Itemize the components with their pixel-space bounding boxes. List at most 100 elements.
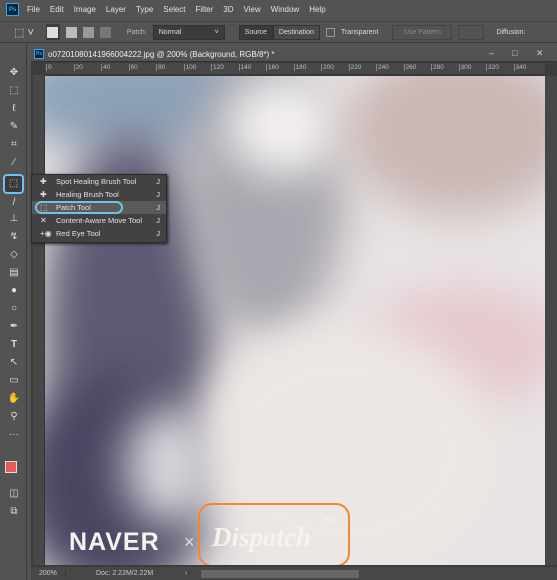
more-tools-icon[interactable]: ··· [7, 428, 21, 441]
doc-size: Doc: 2.22M/2.22M [65, 570, 185, 577]
pattern-picker[interactable] [458, 24, 485, 40]
brush-tool-icon[interactable]: / [7, 196, 21, 209]
minimize-button[interactable]: – [489, 48, 494, 58]
patch-mode-select[interactable]: Normal ˅ [152, 24, 225, 40]
menu-filter[interactable]: Filter [196, 5, 214, 14]
destination-button[interactable]: Destination [272, 24, 320, 40]
crop-tool-icon[interactable]: ⌗ [7, 138, 21, 151]
menu-type[interactable]: Type [136, 5, 153, 14]
ruler-tick: 320 [486, 64, 499, 71]
document-ps-icon: Ps [34, 49, 44, 59]
patch-tool-preset-icon[interactable]: ⬚ ˅ [14, 26, 34, 39]
dispatch-watermark: Dispatch [212, 522, 312, 552]
eraser-tool-icon[interactable]: ◇ [7, 248, 21, 261]
chevron-down-icon: ˅ [214, 28, 219, 36]
path-selection-tool-icon[interactable]: ↖ [7, 356, 21, 369]
patch-tool-icon[interactable]: ⬚ [3, 174, 24, 194]
flyout-item-patch[interactable]: ⬚ Patch Tool J [32, 201, 166, 214]
ruler-tick: 20 [73, 64, 83, 71]
ruler-tick: 200 [321, 64, 334, 71]
eyedropper-tool-icon[interactable]: ⁄ [7, 156, 21, 169]
pen-tool-icon[interactable]: ✒ [7, 320, 21, 333]
patch-highlight [35, 201, 123, 214]
photoshop-logo: Ps [6, 3, 19, 16]
status-menu-arrow[interactable]: › [185, 570, 187, 577]
source-button[interactable]: Source [238, 24, 273, 40]
marquee-tool-icon[interactable]: ⬚ [7, 84, 21, 97]
ruler-tick: 0 [46, 64, 52, 71]
naver-watermark: NAVER [69, 528, 160, 556]
transparent-label: Transparent [340, 28, 379, 36]
rectangle-tool-icon[interactable]: ▭ [7, 374, 21, 387]
quick-selection-tool-icon[interactable]: ✎ [7, 120, 21, 133]
zoom-level[interactable]: 200% [31, 570, 65, 577]
ruler-tick: 260 [403, 64, 417, 71]
ruler-tick: 340 [513, 64, 527, 71]
close-button[interactable]: ✕ [536, 48, 544, 59]
blur-tool-icon[interactable]: ● [7, 284, 21, 297]
hand-tool-icon[interactable]: ✋ [7, 392, 21, 405]
ruler-tick: 120 [211, 64, 224, 71]
zoom-tool-icon[interactable]: ⚲ [7, 410, 21, 423]
lasso-tool-icon[interactable]: ℓ [7, 102, 21, 115]
flyout-item-red-eye[interactable]: +◉ Red Eye Tool J [32, 227, 166, 240]
subtract-selection-button[interactable] [82, 26, 94, 38]
menu-3d[interactable]: 3D [223, 5, 233, 14]
quick-mask-icon[interactable]: ◫ [7, 487, 21, 500]
gradient-tool-icon[interactable]: ▤ [7, 266, 21, 279]
menu-edit[interactable]: Edit [50, 5, 64, 14]
patch-label: Patch: [126, 28, 147, 36]
ruler-tick: 220 [348, 64, 362, 71]
ruler-tick: 180 [293, 64, 307, 71]
image-canvas[interactable]: NAVER × Dispatch HD [45, 76, 545, 565]
content-aware-move-icon: ✕ [40, 216, 47, 225]
red-eye-icon: +◉ [40, 229, 52, 238]
add-selection-button[interactable] [65, 26, 77, 38]
flyout-item-spot-healing[interactable]: ✚ Spot Healing Brush Tool J [32, 175, 166, 188]
type-tool-icon[interactable]: T [7, 338, 21, 351]
maximize-button[interactable]: □ [512, 48, 517, 58]
screen-mode-icon[interactable]: ⧉ [7, 505, 21, 518]
hd-badge: HD [323, 516, 335, 525]
healing-tools-flyout: ✚ Spot Healing Brush Tool J ✚ Healing Brush… [31, 174, 167, 243]
intersect-selection-button[interactable] [99, 26, 111, 38]
move-tool-icon[interactable]: ✥ [7, 66, 21, 79]
menu-help[interactable]: Help [309, 5, 325, 14]
menu-image[interactable]: Image [74, 5, 96, 14]
menu-file[interactable]: File [27, 5, 40, 14]
transparent-checkbox[interactable] [325, 27, 335, 37]
stamp-tool-icon[interactable]: ⊥ [7, 212, 21, 225]
ruler-tick: 100 [183, 64, 197, 71]
ruler-tick: 80 [156, 64, 166, 71]
watermark-x: × [184, 532, 195, 552]
dodge-tool-icon[interactable]: ○ [7, 302, 21, 315]
ruler-tick: 300 [458, 64, 472, 71]
flyout-item-healing-brush[interactable]: ✚ Healing Brush Tool J [32, 188, 166, 201]
diffusion-label: Diffusion: [496, 28, 526, 36]
foreground-color-swatch[interactable] [5, 461, 17, 473]
vertical-ruler [33, 75, 45, 565]
use-pattern-button[interactable]: Use Pattern [392, 24, 453, 40]
tools-panel: ✥ ⬚ ℓ ✎ ⌗ ⁄ ⬚ / ⊥ ↯ ◇ ▤ ● ○ ✒ T ↖ ▭ ✋ ⚲ … [0, 44, 27, 580]
vertical-scrollbar[interactable] [545, 76, 557, 565]
document-window: Ps o07201080141966004222.jpg @ 200% (Bac… [31, 47, 557, 580]
menu-window[interactable]: Window [271, 5, 299, 14]
spot-healing-brush-icon: ✚ [40, 177, 47, 186]
history-brush-tool-icon[interactable]: ↯ [7, 230, 21, 243]
patch-mode-value: Normal [158, 28, 182, 36]
status-bar: 200% Doc: 2.22M/2.22M › [31, 567, 557, 580]
patch-icon: ⬚ [40, 203, 48, 212]
menu-layer[interactable]: Layer [106, 5, 126, 14]
options-bar: ⬚ ˅ Patch: Normal ˅ Source Destination Tr… [0, 21, 557, 43]
ruler-tick: 60 [128, 64, 138, 71]
document-tab[interactable]: Ps o07201080141966004222.jpg @ 200% (Bac… [31, 47, 557, 62]
new-selection-button[interactable] [45, 24, 60, 40]
menu-select[interactable]: Select [163, 5, 185, 14]
flyout-item-content-aware-move[interactable]: ✕ Content-Aware Move Tool J [32, 214, 166, 227]
new-selection-icon [47, 26, 59, 38]
document-title: o07201080141966004222.jpg @ 200% (Backgr… [48, 49, 275, 59]
ruler-tick: 240 [376, 64, 389, 71]
horizontal-scrollbar-thumb[interactable] [201, 569, 360, 578]
menu-view[interactable]: View [244, 5, 261, 14]
horizontal-ruler: 0 20 40 60 80 100 120 140 160 180 200 220 240 260 280 3… [45, 63, 545, 75]
